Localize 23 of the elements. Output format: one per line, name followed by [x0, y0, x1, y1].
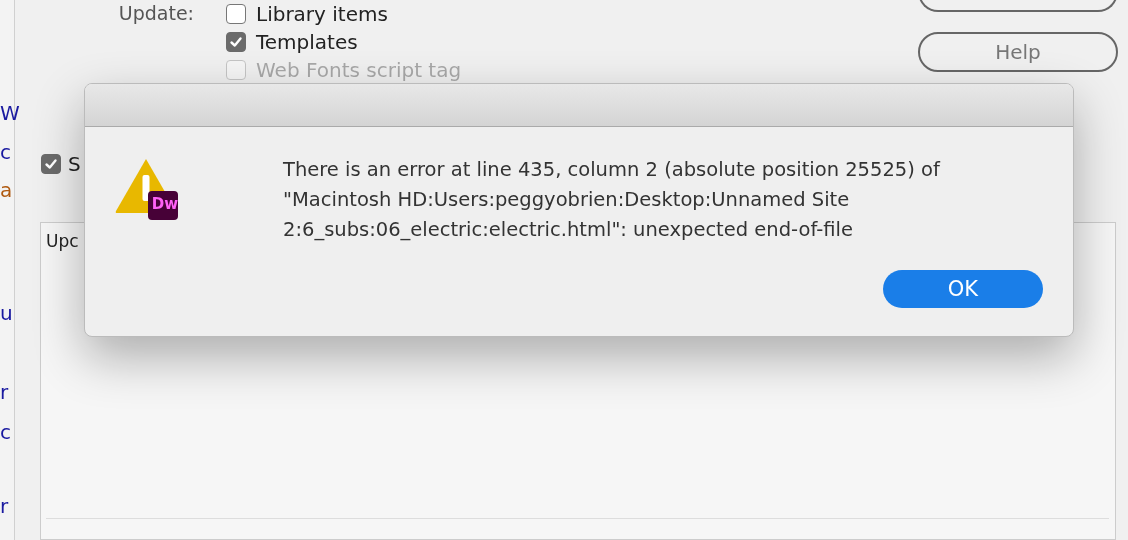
text-fragment: W [0, 101, 20, 125]
checkbox[interactable] [226, 32, 246, 52]
warning-icon [115, 157, 179, 221]
checkbox-label: Library items [256, 2, 388, 26]
ok-button[interactable]: OK [883, 270, 1043, 308]
check-icon [228, 34, 244, 50]
text-fragment: r [0, 494, 9, 518]
panel-text: Upc [46, 231, 79, 251]
text-fragment: c [0, 140, 11, 164]
checkbox-label: Web Fonts script tag [256, 58, 462, 82]
checkbox-label: Templates [256, 30, 358, 54]
help-button[interactable]: Help [918, 32, 1118, 72]
check-icon [43, 156, 59, 172]
text-fragment: r [0, 380, 9, 404]
checkbox[interactable] [226, 4, 246, 24]
badge-text: Dw [151, 194, 179, 214]
update-label: Update: [118, 1, 195, 26]
text-fragment: u [0, 301, 13, 325]
text-fragment: c [0, 420, 11, 444]
checkbox-label: S [68, 152, 81, 176]
checkbox[interactable] [41, 154, 61, 174]
text-fragment: a [0, 178, 13, 202]
error-message: There is an error at line 435, column 2 (absolute position 25525) of "Macintosh HD:Users:peggyobrien:Desktop:Unnamed Site 2:6_subs:06_electric:electric.html": unexpected end-of-file [283, 157, 942, 243]
